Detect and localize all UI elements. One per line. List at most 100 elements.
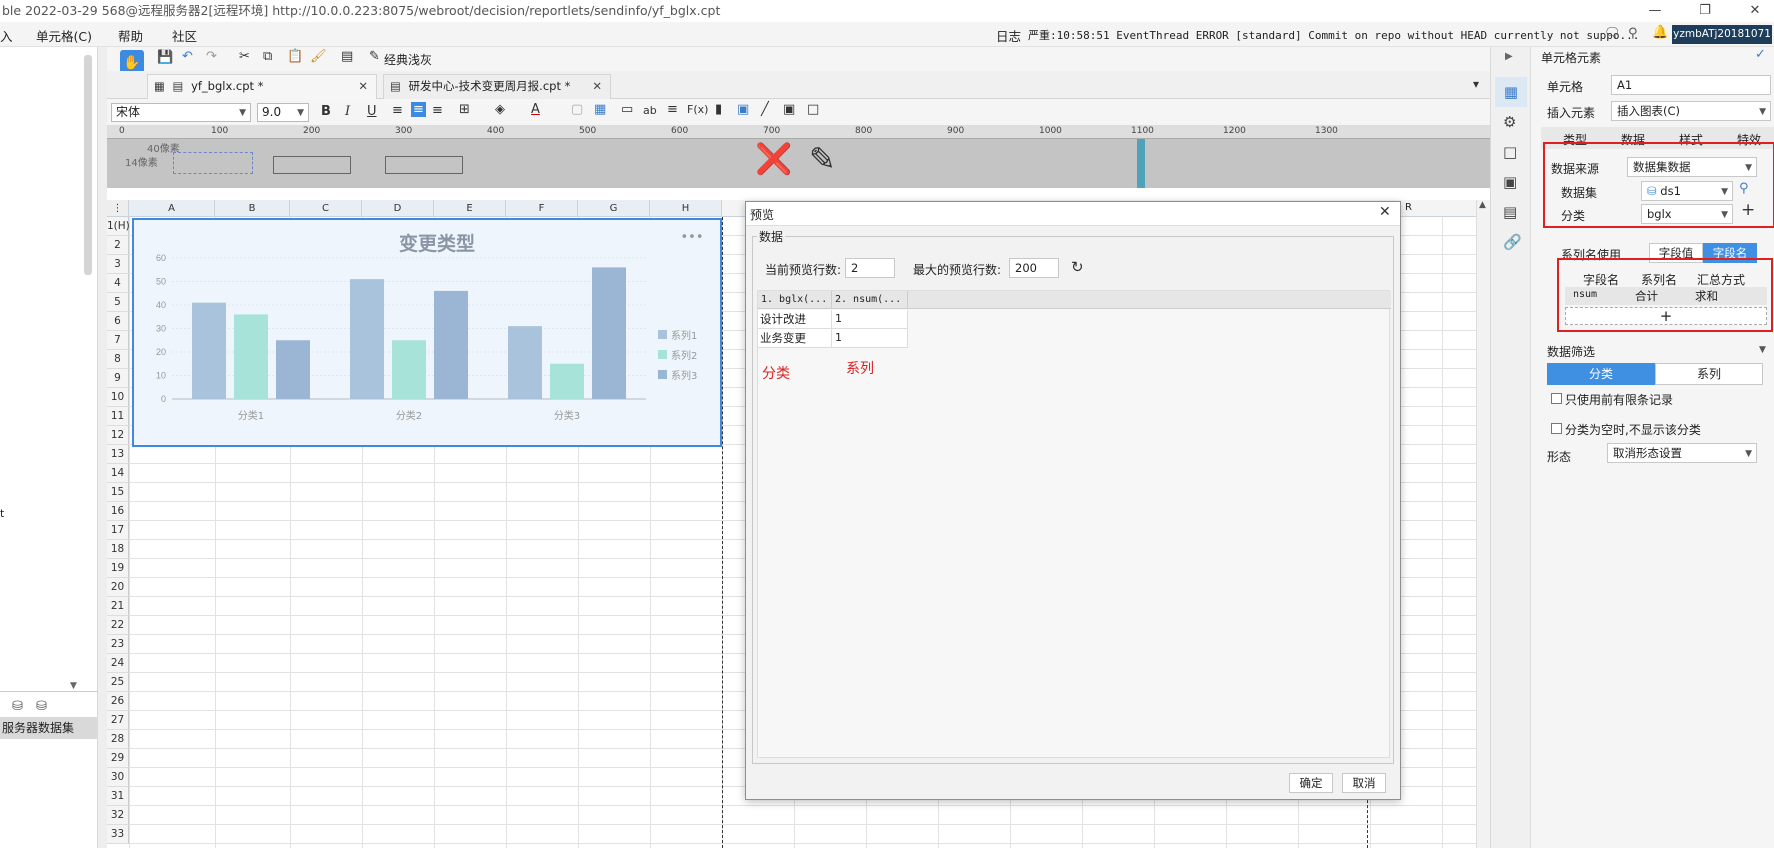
category-select[interactable]: bglx ▼ <box>1641 204 1733 224</box>
row-header[interactable]: 9 <box>107 369 129 388</box>
param-widget[interactable] <box>273 156 351 174</box>
row-header[interactable]: 12 <box>107 426 129 445</box>
filter-tab-series[interactable]: 系列 <box>1655 363 1763 385</box>
col-header[interactable]: G <box>578 200 650 217</box>
save-icon[interactable]: 💾 <box>157 50 173 65</box>
limit-records-checkbox[interactable] <box>1551 393 1562 404</box>
text-icon[interactable]: ab <box>643 104 657 117</box>
border-icon[interactable]: ⊞ <box>459 102 470 117</box>
database-edit-icon[interactable]: ⛁ <box>36 699 47 714</box>
col-header[interactable]: H <box>650 200 722 217</box>
comment-icon[interactable]: 🗨 <box>1604 26 1621 41</box>
underline-icon[interactable]: U <box>367 104 377 119</box>
row-header[interactable]: 17 <box>107 521 129 540</box>
close-icon[interactable]: ✕ <box>592 75 602 98</box>
row-header[interactable]: 32 <box>107 806 129 825</box>
row-header[interactable]: 24 <box>107 654 129 673</box>
row-header[interactable]: 13 <box>107 445 129 464</box>
refresh-icon[interactable]: ↻ <box>1071 258 1084 276</box>
format-painter-icon[interactable]: 🖌 <box>310 49 327 64</box>
frame-icon[interactable]: □ <box>807 102 819 117</box>
ok-button[interactable]: 确定 <box>1289 773 1333 793</box>
row-header[interactable]: 28 <box>107 730 129 749</box>
close-icon[interactable]: ✕ <box>1379 204 1391 220</box>
row-header[interactable]: 3 <box>107 255 129 274</box>
form-select[interactable]: 取消形态设置 ▼ <box>1607 443 1757 463</box>
row-header[interactable]: 26 <box>107 692 129 711</box>
database-add-icon[interactable]: ⛁ <box>12 699 23 714</box>
row-header[interactable]: 15 <box>107 483 129 502</box>
column-header[interactable]: 2. nsum(... <box>832 291 908 309</box>
row-header[interactable]: 7 <box>107 331 129 350</box>
row-header[interactable]: 14 <box>107 464 129 483</box>
col-header[interactable]: B <box>215 200 290 217</box>
sheet-scrollbar[interactable]: ▲ <box>1476 200 1490 848</box>
tab-yf-bglx[interactable]: ▦ ▤ yf_bglx.cpt * ✕ <box>147 74 377 99</box>
col-header[interactable]: R <box>1405 202 1412 213</box>
col-header[interactable]: F <box>506 200 578 217</box>
row-header[interactable]: 5 <box>107 293 129 312</box>
attribute-icon[interactable]: ⚙ <box>1503 113 1516 131</box>
paste-icon[interactable]: 📋 <box>287 49 303 64</box>
current-rows-input[interactable]: 2 <box>845 258 895 278</box>
row-header[interactable]: 11 <box>107 407 129 426</box>
cell-input[interactable]: A1 <box>1611 75 1771 95</box>
align-left-icon[interactable]: ≡ <box>392 103 403 118</box>
row-header[interactable]: 27 <box>107 711 129 730</box>
chevron-up-icon[interactable]: ▲ <box>1479 200 1486 210</box>
col-header[interactable]: A <box>129 200 215 217</box>
filter-tab-category[interactable]: 分类 <box>1547 363 1655 385</box>
row-header[interactable]: 23 <box>107 635 129 654</box>
bold-icon[interactable]: B <box>321 104 331 119</box>
max-rows-input[interactable]: 200 <box>1009 258 1059 278</box>
add-field-button[interactable]: + <box>1565 307 1767 325</box>
splitter[interactable] <box>98 47 107 848</box>
row-header[interactable]: 22 <box>107 616 129 635</box>
row-header[interactable]: 33 <box>107 825 129 844</box>
minimize-icon[interactable]: — <box>1638 0 1672 22</box>
menu-item-community[interactable]: 社区 <box>172 26 197 45</box>
italic-icon[interactable]: I <box>345 104 350 119</box>
chart-icon[interactable]: ▮ <box>715 102 722 117</box>
datasource-select[interactable]: 数据集数据 ▼ <box>1627 157 1757 177</box>
left-scrollbar[interactable] <box>84 55 92 275</box>
row-header[interactable]: 20 <box>107 578 129 597</box>
row-header[interactable]: 8 <box>107 350 129 369</box>
insert-element-select[interactable]: 插入图表(C) ▼ <box>1611 101 1771 121</box>
row-header[interactable]: 19 <box>107 559 129 578</box>
cancel-button[interactable]: 取消 <box>1342 773 1386 793</box>
table-icon[interactable]: ▦ <box>594 102 606 117</box>
fill-color-icon[interactable]: ◈ <box>495 102 505 117</box>
font-color-icon[interactable]: A <box>531 102 540 117</box>
bell-icon[interactable]: 🔔 <box>1652 25 1668 40</box>
align-right-icon[interactable]: ≡ <box>432 103 443 118</box>
col-header[interactable]: C <box>290 200 362 217</box>
dataset-select[interactable]: ⛁ ds1 ▼ <box>1641 181 1733 201</box>
sub-report-icon[interactable]: ▣ <box>783 102 795 117</box>
link-icon[interactable]: 🔗 <box>1503 233 1522 251</box>
cell-element-icon[interactable]: ▦ <box>1495 77 1527 107</box>
slash-icon[interactable]: ╱ <box>761 102 769 117</box>
corner-cell[interactable]: ⋮ <box>107 200 129 217</box>
row-header[interactable]: 4 <box>107 274 129 293</box>
widget-icon[interactable]: ▣ <box>1503 173 1517 191</box>
classic-theme-label[interactable]: 经典浅灰 <box>384 51 432 68</box>
row-header[interactable]: 31 <box>107 787 129 806</box>
row-header[interactable]: 16 <box>107 502 129 521</box>
tab-rd-report[interactable]: ▤ 研发中心-技术变更周月报.cpt * ✕ <box>383 74 611 99</box>
font-size-select[interactable]: 9.0 ▼ <box>257 103 309 122</box>
undo-icon[interactable]: ↶ <box>182 49 193 64</box>
row-header[interactable]: 30 <box>107 768 129 787</box>
row-header[interactable]: 6 <box>107 312 129 331</box>
close-window-icon[interactable]: ✕ <box>1738 0 1772 22</box>
image-icon[interactable]: ▣ <box>737 102 749 117</box>
restore-icon[interactable]: ❐ <box>1688 0 1722 22</box>
tab-menu-icon[interactable]: ▾ <box>1473 77 1479 91</box>
redo-icon[interactable]: ↷ <box>206 49 217 64</box>
eye-slash-icon[interactable]: ❌ <box>755 142 792 177</box>
search-icon[interactable]: ⚲ <box>1739 181 1749 196</box>
paragraph-icon[interactable]: ≡ <box>667 102 678 117</box>
find-icon[interactable]: ▤ <box>341 49 353 64</box>
hide-empty-checkbox[interactable] <box>1551 423 1562 434</box>
menu-item-cell[interactable]: 单元格(C) <box>36 26 92 45</box>
